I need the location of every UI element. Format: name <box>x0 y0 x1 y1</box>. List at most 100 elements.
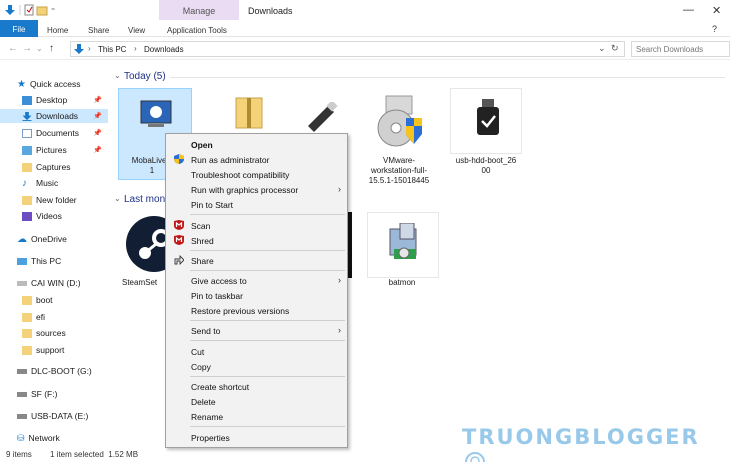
menu-separator <box>190 340 345 341</box>
quick-access-icons[interactable]: ⁼ <box>4 4 64 16</box>
menu-item-send-to[interactable]: Send to › <box>166 323 347 338</box>
star-icon: ★ <box>17 78 26 90</box>
sidebar-item-label: Pictures <box>36 145 67 155</box>
menu-item-cut[interactable]: Cut <box>166 344 347 359</box>
sidebar-item-documents[interactable]: Documents 📌 <box>0 126 108 140</box>
sidebar-item-efi[interactable]: efi <box>0 310 108 324</box>
sidebar-item-support[interactable]: support <box>0 343 108 357</box>
sidebar-item-quick-access[interactable]: ★ Quick access <box>0 77 108 91</box>
menu-item-delete[interactable]: Delete <box>166 394 347 409</box>
sidebar-item-videos[interactable]: Videos <box>0 209 108 223</box>
tab-home[interactable]: Home <box>47 26 68 35</box>
address-bar[interactable]: › This PC › Downloads ⌄ ↻ <box>70 41 625 57</box>
address-dropdown-icon[interactable]: ⌄ <box>598 43 606 54</box>
collapse-icon[interactable]: ⌄ <box>114 71 121 80</box>
menu-item-pin-to-start[interactable]: Pin to Start <box>166 197 347 212</box>
search-input[interactable]: Search Downloads <box>631 41 730 57</box>
manage-label[interactable]: Manage <box>159 6 239 16</box>
folder-icon <box>22 345 32 355</box>
navigation-pane: ★ Quick access Desktop 📌 Downloads 📌 Doc… <box>0 62 110 444</box>
up-icon[interactable]: ↑ <box>49 43 54 54</box>
sidebar-item-label: DLC-BOOT (G:) <box>31 366 92 376</box>
menu-item-label: Cut <box>191 347 205 357</box>
sidebar-item-label: efi <box>36 312 45 322</box>
usb-drive-icon <box>308 102 338 132</box>
menu-item-run-as-administrator[interactable]: Run as administrator <box>166 152 347 167</box>
collapse-icon[interactable]: ⌄ <box>114 194 121 203</box>
menu-item-label: Run as administrator <box>191 155 270 165</box>
sidebar-item-desktop[interactable]: Desktop 📌 <box>0 93 108 107</box>
menu-item-properties[interactable]: Properties <box>166 430 347 445</box>
pin-icon: 📌 <box>93 97 102 104</box>
menu-item-rename[interactable]: Rename <box>166 409 347 424</box>
file-tile-vmware[interactable] <box>364 88 436 154</box>
sidebar-item-sources[interactable]: sources <box>0 326 108 340</box>
drive-icon <box>17 413 27 419</box>
recent-dropdown-icon[interactable]: ⌄ <box>36 44 43 53</box>
menu-item-label: Run with graphics processor <box>191 185 299 195</box>
sidebar-item-sf[interactable]: SF (F:) <box>0 387 108 401</box>
close-icon[interactable]: ✕ <box>712 4 721 17</box>
file-tile-batmon[interactable] <box>367 212 439 278</box>
tab-application-tools[interactable]: Application Tools <box>167 26 227 35</box>
menu-item-copy[interactable]: Copy <box>166 359 347 374</box>
menu-item-label: Open <box>191 140 213 150</box>
back-icon[interactable]: ← <box>8 43 18 54</box>
sidebar-item-pictures[interactable]: Pictures 📌 <box>0 143 108 157</box>
breadcrumb-this-pc[interactable]: This PC <box>98 45 126 54</box>
sidebar-item-onedrive[interactable]: ☁ OneDrive <box>0 232 108 246</box>
menu-item-open[interactable]: Open <box>166 137 347 152</box>
file-tile-usb-hdd-boot[interactable] <box>450 88 522 154</box>
breadcrumb-downloads[interactable]: Downloads <box>144 45 184 54</box>
quick-access-toolbar: ⁼ <box>4 4 64 16</box>
refresh-icon[interactable]: ↻ <box>611 43 619 54</box>
sidebar-item-music[interactable]: ♪ Music <box>0 176 108 190</box>
menu-item-pin-to-taskbar[interactable]: Pin to taskbar <box>166 288 347 303</box>
picture-icon <box>22 145 32 155</box>
tab-file[interactable]: File <box>0 20 38 37</box>
selection-info: 1 item selected 1.52 MB <box>50 450 139 459</box>
lightbulb-icon <box>465 452 485 462</box>
sidebar-item-this-pc[interactable]: This PC <box>0 254 108 268</box>
sidebar-item-label: SF (F:) <box>31 389 58 399</box>
menu-item-restore-previous-versions[interactable]: Restore previous versions <box>166 303 347 318</box>
forward-icon[interactable]: → <box>22 43 32 54</box>
sidebar-item-captures[interactable]: Captures <box>0 160 108 174</box>
ribbon: Home Share View Application Tools ? <box>0 20 730 37</box>
context-menu: Open Run as administrator Troubleshoot c… <box>165 133 348 448</box>
menu-item-scan[interactable]: Scan <box>166 218 347 233</box>
breadcrumb-separator-icon: › <box>134 44 137 53</box>
sidebar-item-new-folder[interactable]: New folder <box>0 193 108 207</box>
sidebar-item-cai-win[interactable]: CAI WIN (D:) <box>0 276 108 290</box>
menu-item-troubleshoot-compatibility[interactable]: Troubleshoot compatibility <box>166 167 347 182</box>
sidebar-item-label: Documents <box>36 128 79 138</box>
sidebar-item-dlc-boot[interactable]: DLC-BOOT (G:) <box>0 364 108 378</box>
menu-item-share[interactable]: Share <box>166 253 347 268</box>
sidebar-item-downloads[interactable]: Downloads 📌 <box>0 109 108 123</box>
menu-separator <box>190 214 345 215</box>
download-icon <box>74 44 84 54</box>
sidebar-item-boot[interactable]: boot <box>0 293 108 307</box>
menu-separator <box>190 250 345 251</box>
menu-item-label: Troubleshoot compatibility <box>191 170 290 180</box>
tab-view[interactable]: View <box>128 26 145 35</box>
menu-item-shred[interactable]: Shred <box>166 233 347 248</box>
mcafee-icon <box>174 235 184 245</box>
minimize-icon[interactable]: — <box>683 4 694 16</box>
submenu-arrow-icon: › <box>338 184 341 194</box>
sidebar-item-usb-data[interactable]: USB-DATA (E:) <box>0 409 108 423</box>
file-label: usb-hdd-boot_26 00 <box>455 156 517 175</box>
help-icon[interactable]: ? <box>712 24 717 34</box>
sidebar-item-label: OneDrive <box>31 234 67 244</box>
menu-item-run-with-graphics-processor[interactable]: Run with graphics processor › <box>166 182 347 197</box>
group-header-last-month[interactable]: Last mon <box>124 194 165 205</box>
cloud-icon: ☁ <box>17 233 27 245</box>
group-header-today[interactable]: Today (5) <box>124 71 166 82</box>
folder-icon <box>22 328 32 338</box>
menu-separator <box>190 426 345 427</box>
menu-separator <box>190 320 345 321</box>
menu-item-create-shortcut[interactable]: Create shortcut <box>166 379 347 394</box>
sidebar-item-network[interactable]: ⛁ Network <box>0 431 108 445</box>
tab-share[interactable]: Share <box>88 26 109 35</box>
menu-item-give-access-to[interactable]: Give access to › <box>166 273 347 288</box>
